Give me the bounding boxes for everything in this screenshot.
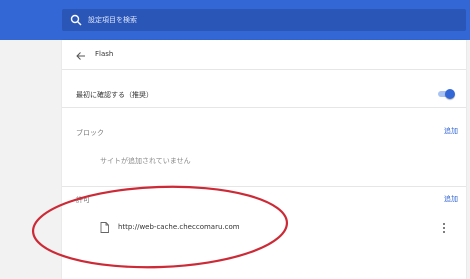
settings-card: Flash 最初に確認する（推奨） ブロック 追加 サイトが追加されていません … — [62, 40, 466, 279]
page-header: Flash — [62, 40, 466, 70]
allowed-site-url: http://web-cache.checcomaru.com — [118, 223, 240, 231]
block-add-button[interactable]: 追加 — [444, 126, 458, 136]
block-section: ブロック 追加 サイトが追加されていません — [62, 118, 466, 178]
ask-first-label: 最初に確認する（推奨） — [76, 91, 153, 99]
top-bar — [0, 0, 470, 40]
search-box[interactable] — [62, 9, 466, 31]
block-label: ブロック — [76, 129, 104, 137]
allow-label: 許可 — [76, 196, 90, 204]
file-icon — [100, 222, 109, 233]
search-input[interactable] — [88, 12, 458, 28]
ask-first-toggle[interactable] — [436, 89, 455, 99]
allow-section: 許可 追加 http://web-cache.checcomaru.com — [62, 186, 466, 279]
more-vert-icon[interactable] — [440, 222, 448, 234]
allow-add-button[interactable]: 追加 — [444, 194, 458, 204]
page-title: Flash — [95, 50, 114, 58]
toggle-knob — [445, 89, 455, 99]
search-icon — [70, 14, 82, 26]
ask-first-row: 最初に確認する（推奨） — [62, 78, 466, 108]
block-empty-text: サイトが追加されていません — [100, 157, 191, 165]
back-arrow-icon[interactable] — [76, 51, 86, 61]
